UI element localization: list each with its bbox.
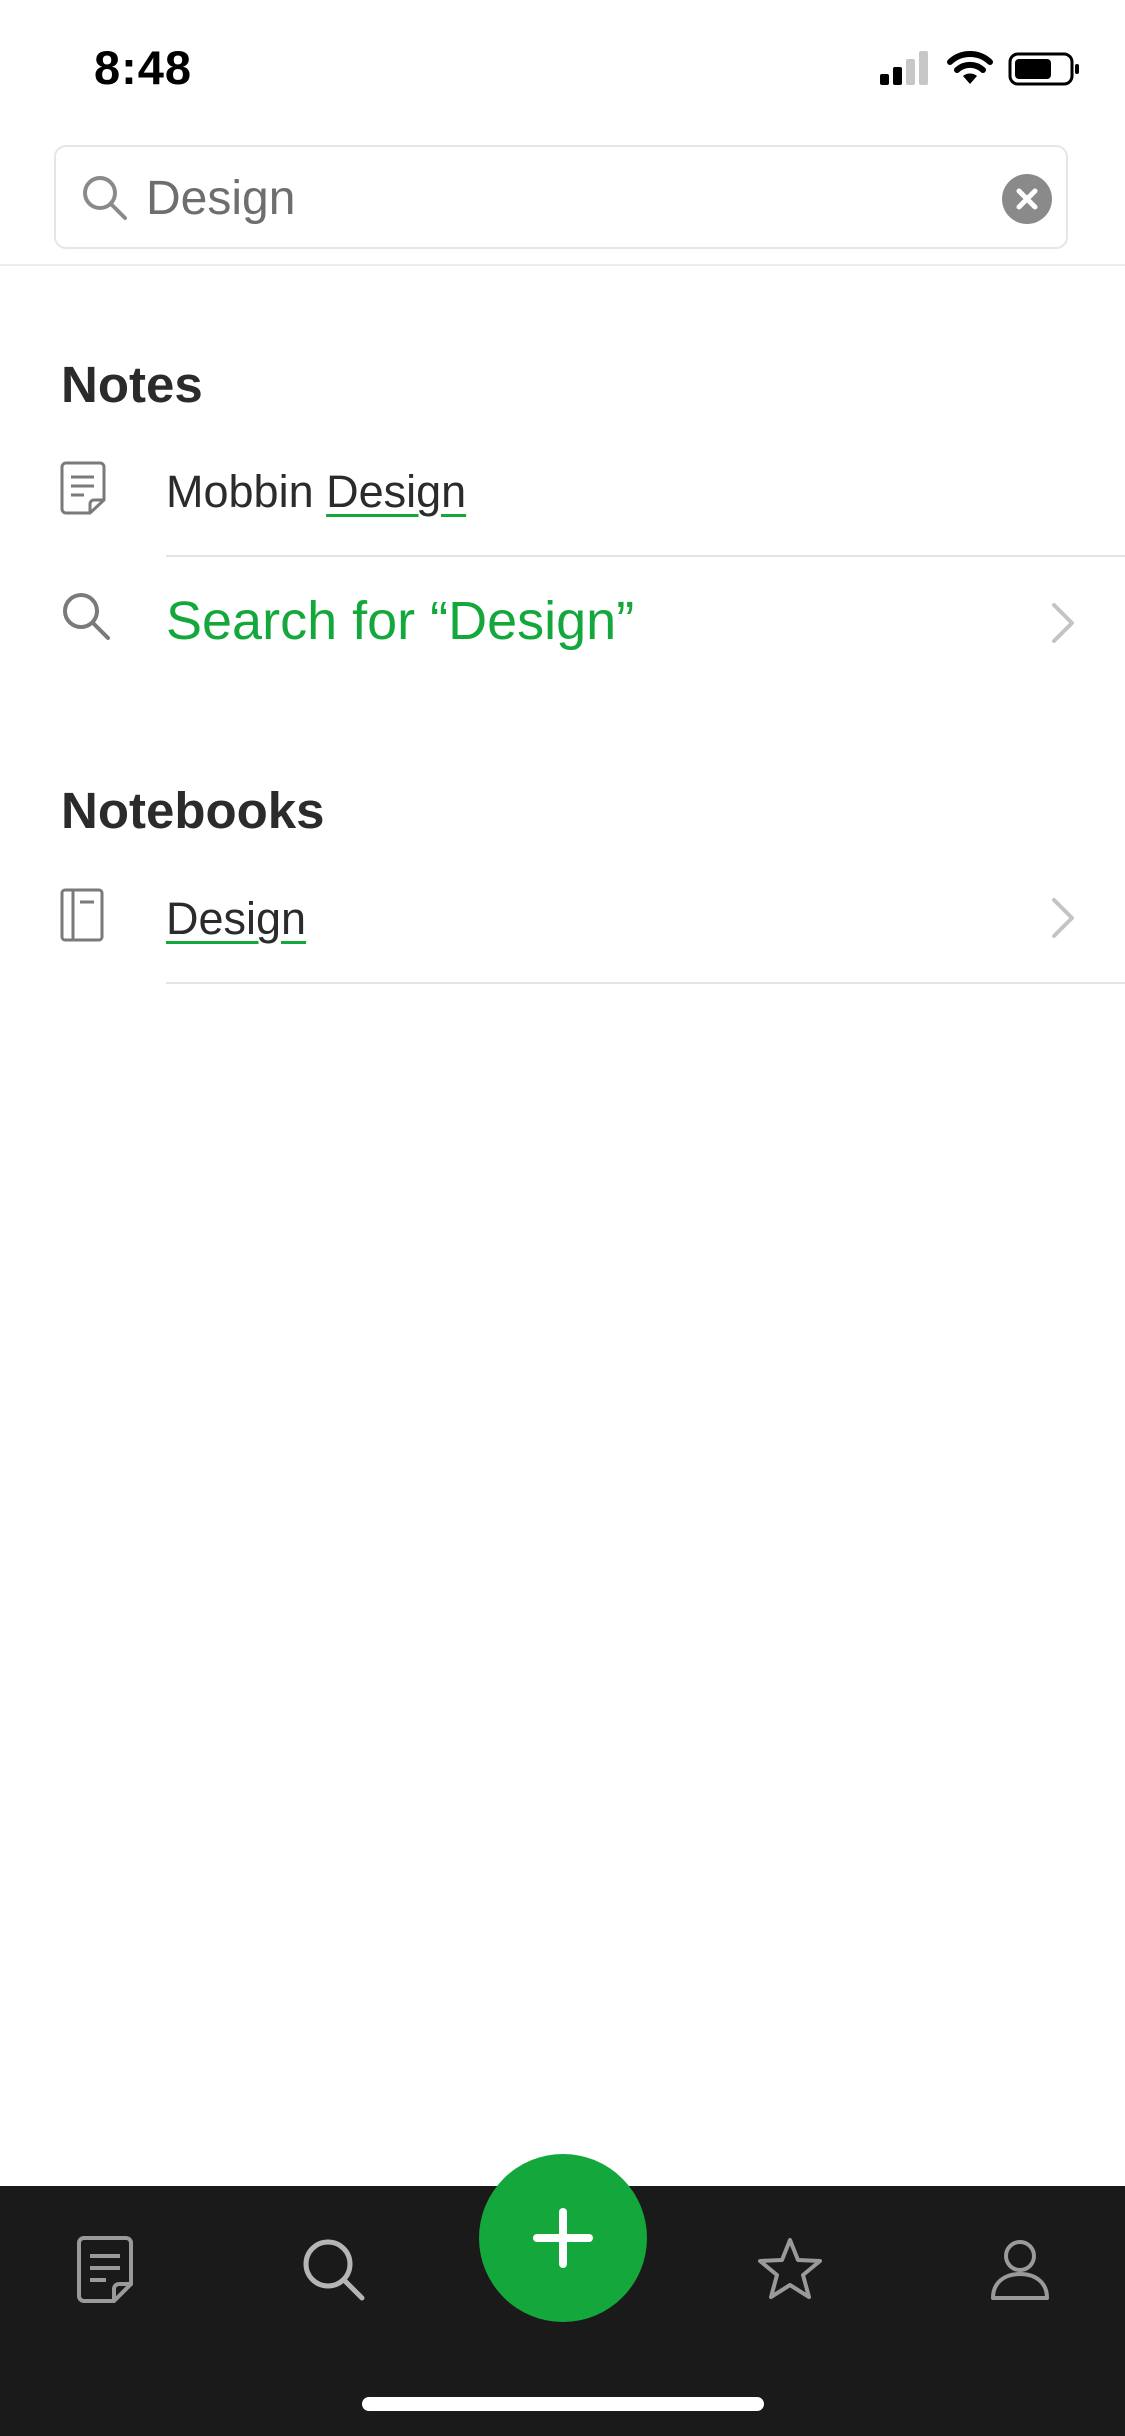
note-title-prefix: Mobbin — [166, 466, 327, 517]
cellular-signal-icon — [880, 51, 928, 85]
clear-icon — [1016, 188, 1038, 210]
tab-notes[interactable] — [60, 2224, 150, 2314]
tab-account[interactable] — [975, 2224, 1065, 2314]
header-divider — [0, 264, 1125, 266]
status-time: 8:48 — [94, 41, 193, 94]
note-result-title: Mobbin Design — [166, 466, 466, 518]
clear-search-button[interactable] — [1002, 174, 1052, 224]
notebook-icon — [60, 888, 104, 942]
notebook-result-item[interactable]: Design — [0, 867, 1125, 983]
search-for-query-row[interactable]: Search for “Design” — [0, 560, 1125, 685]
notebook-title-match: Design — [166, 893, 307, 944]
notes-section-title: Notes — [61, 356, 203, 413]
search-for-label: Search for “Design” — [166, 591, 635, 651]
note-icon — [77, 2236, 133, 2303]
search-input[interactable] — [146, 163, 946, 233]
search-icon — [63, 593, 110, 640]
plus-icon — [533, 2208, 593, 2268]
search-icon — [83, 176, 127, 220]
search-icon — [303, 2239, 365, 2301]
new-note-button[interactable] — [479, 2154, 647, 2322]
search-bar — [54, 145, 1068, 249]
person-icon — [991, 2240, 1049, 2300]
chevron-right-icon — [1052, 898, 1074, 938]
wifi-icon — [947, 51, 993, 84]
notebooks-section-title: Notebooks — [61, 782, 325, 839]
status-bar: 8:48 — [0, 0, 1125, 132]
battery-icon — [1008, 52, 1079, 86]
row-divider — [166, 555, 1125, 557]
notebook-result-title: Design — [166, 893, 306, 945]
chevron-right-icon — [1052, 603, 1074, 643]
row-divider — [166, 982, 1125, 984]
home-indicator — [362, 2397, 764, 2411]
note-icon — [60, 461, 106, 515]
note-result-item[interactable]: Mobbin Design — [0, 440, 1125, 558]
tab-search[interactable] — [288, 2224, 378, 2314]
tab-shortcuts[interactable] — [745, 2224, 835, 2314]
note-title-match: Design — [326, 466, 467, 517]
star-icon — [758, 2238, 822, 2299]
